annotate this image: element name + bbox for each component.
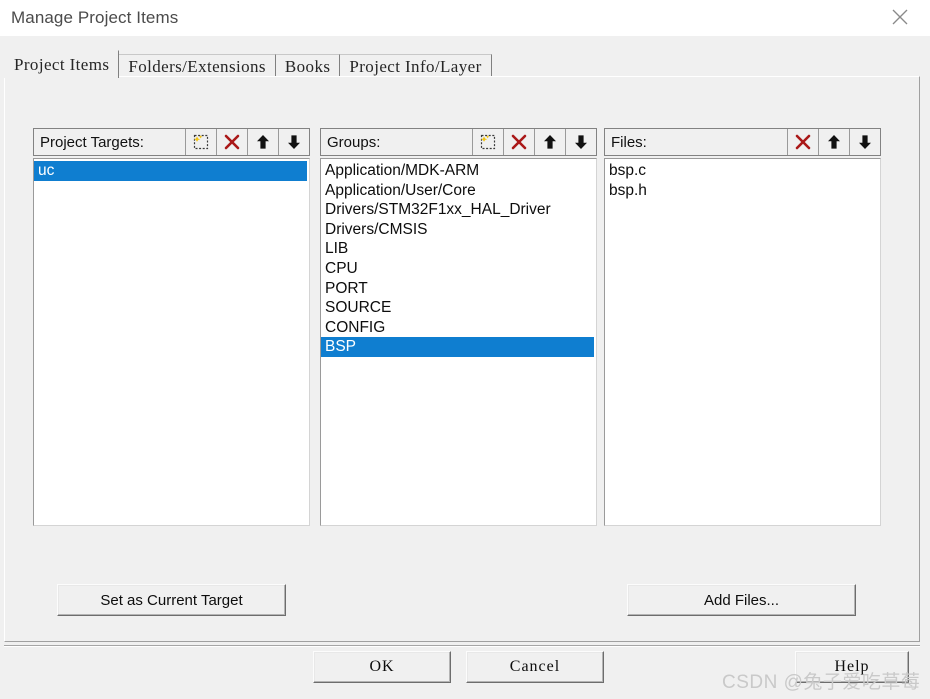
delete-target-button[interactable] (216, 129, 247, 155)
tab-project-items[interactable]: Project Items (4, 50, 120, 78)
move-up-icon (544, 135, 556, 149)
cancel-button[interactable]: Cancel (466, 651, 604, 683)
move-target-down-button[interactable] (278, 129, 309, 155)
project-targets-label: Project Targets: (40, 133, 144, 151)
new-group-button[interactable] (472, 129, 503, 155)
groups-header: Groups: (320, 128, 597, 156)
files-list[interactable]: bsp.c bsp.h (604, 158, 881, 526)
groups-label: Groups: (327, 133, 381, 151)
tab-label: Books (284, 57, 331, 76)
title-bar: Manage Project Items (0, 0, 930, 36)
list-item[interactable]: CONFIG (321, 318, 596, 338)
new-target-button[interactable] (185, 129, 216, 155)
tab-label: Project Items (14, 55, 110, 74)
delete-file-button[interactable] (787, 129, 818, 155)
project-targets-column: Project Targets: uc (33, 128, 310, 526)
project-targets-header: Project Targets: (33, 128, 310, 156)
list-item[interactable]: CPU (321, 259, 596, 279)
groups-toolbar (472, 129, 596, 155)
tab-label: Folders/Extensions (128, 57, 266, 76)
move-up-icon (257, 135, 269, 149)
move-up-icon (828, 135, 840, 149)
tab-folders-extensions[interactable]: Folders/Extensions (118, 54, 276, 78)
move-file-up-button[interactable] (818, 129, 849, 155)
move-down-icon (859, 135, 871, 149)
add-files-label: Add Files... (703, 591, 780, 609)
tab-strip: Project Items Folders/Extensions Books P… (0, 46, 930, 78)
files-label: Files: (611, 133, 647, 151)
files-column: Files: bsp.c bsp.h (604, 128, 881, 526)
groups-column: Groups: Application/MDK-ARM Application/… (320, 128, 597, 526)
new-item-icon (480, 134, 496, 150)
files-toolbar (787, 129, 880, 155)
help-button[interactable]: Help (795, 651, 909, 683)
list-item[interactable]: LIB (321, 239, 596, 259)
tab-label: Project Info/Layer (349, 57, 482, 76)
list-item[interactable]: uc (34, 161, 307, 181)
project-targets-list[interactable]: uc (33, 158, 310, 526)
cancel-label: Cancel (509, 658, 561, 675)
ok-button[interactable]: OK (313, 651, 451, 683)
list-item[interactable]: Drivers/STM32F1xx_HAL_Driver (321, 200, 596, 220)
close-button[interactable] (878, 2, 922, 32)
set-as-current-target-button[interactable]: Set as Current Target (57, 584, 286, 616)
delete-icon (795, 134, 811, 150)
list-item[interactable]: Application/User/Core (321, 181, 596, 201)
delete-icon (511, 134, 527, 150)
groups-list[interactable]: Application/MDK-ARM Application/User/Cor… (320, 158, 597, 526)
move-target-up-button[interactable] (247, 129, 278, 155)
set-as-current-target-label: Set as Current Target (100, 591, 243, 609)
move-down-icon (288, 135, 300, 149)
move-down-icon (575, 135, 587, 149)
list-item[interactable]: SOURCE (321, 298, 596, 318)
tab-project-info-layer[interactable]: Project Info/Layer (339, 54, 492, 78)
files-header: Files: (604, 128, 881, 156)
move-group-down-button[interactable] (565, 129, 596, 155)
list-item[interactable]: BSP (321, 337, 594, 357)
move-file-down-button[interactable] (849, 129, 880, 155)
move-group-up-button[interactable] (534, 129, 565, 155)
delete-group-button[interactable] (503, 129, 534, 155)
ok-label: OK (369, 658, 395, 675)
tab-books[interactable]: Books (274, 54, 341, 78)
delete-icon (224, 134, 240, 150)
list-item[interactable]: bsp.h (605, 181, 880, 201)
footer-separator (4, 645, 920, 647)
help-label: Help (834, 658, 870, 675)
add-files-button[interactable]: Add Files... (627, 584, 856, 616)
list-item[interactable]: Drivers/CMSIS (321, 220, 596, 240)
list-item[interactable]: PORT (321, 279, 596, 299)
window-title: Manage Project Items (11, 8, 179, 27)
list-item[interactable]: Application/MDK-ARM (321, 161, 596, 181)
dialog-body: Project Items Folders/Extensions Books P… (0, 36, 930, 699)
project-targets-toolbar (185, 129, 309, 155)
new-item-icon (193, 134, 209, 150)
close-icon (892, 9, 908, 25)
list-item[interactable]: bsp.c (605, 161, 880, 181)
